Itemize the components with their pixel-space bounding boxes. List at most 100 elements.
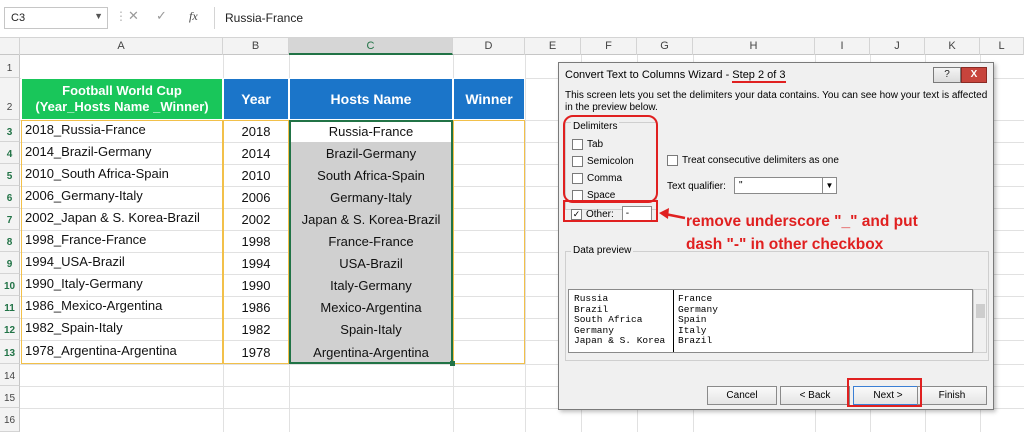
row-header-4[interactable]: 4: [0, 142, 20, 164]
name-box[interactable]: C3 ▼: [4, 7, 108, 29]
cell-c11[interactable]: Mexico-Argentina: [291, 300, 451, 315]
row-header-11[interactable]: 11: [0, 296, 20, 318]
column-header-h[interactable]: H: [693, 38, 815, 55]
column-header-g[interactable]: G: [637, 38, 693, 55]
cell-b3[interactable]: 2018: [225, 124, 287, 139]
cell-c4[interactable]: Brazil-Germany: [291, 146, 451, 161]
preview-column-divider: [673, 290, 674, 352]
column-header-l[interactable]: L: [980, 38, 1024, 55]
cell-b10[interactable]: 1990: [225, 278, 287, 293]
cell-b11[interactable]: 1986: [225, 300, 287, 315]
dialog-step-label: Step 2 of 3: [732, 69, 786, 83]
cell-c6[interactable]: Germany-Italy: [291, 190, 451, 205]
chevron-down-icon[interactable]: ▼: [94, 11, 103, 21]
back-button[interactable]: < Back: [780, 386, 850, 405]
column-header-k[interactable]: K: [925, 38, 980, 55]
row-header-7[interactable]: 7: [0, 208, 20, 230]
cell-c5[interactable]: South Africa-Spain: [291, 168, 451, 183]
annotation-line-1: remove underscore "_" and put: [686, 213, 918, 230]
row-header-12[interactable]: 12: [0, 318, 20, 340]
cancel-button[interactable]: Cancel: [707, 386, 777, 405]
cell-a11[interactable]: 1986_Mexico-Argentina: [25, 298, 220, 313]
row-header-1[interactable]: 1: [0, 55, 20, 78]
divider-grip-icon: ⋮: [115, 9, 127, 23]
cell-b7[interactable]: 2002: [225, 212, 287, 227]
column-header-b[interactable]: B: [223, 38, 289, 55]
row-header-8[interactable]: 8: [0, 230, 20, 252]
row-header-2[interactable]: 2: [0, 78, 20, 120]
row-header-13[interactable]: 13: [0, 340, 20, 364]
formula-input[interactable]: Russia-France: [214, 7, 1020, 29]
cell-b5[interactable]: 2010: [225, 168, 287, 183]
close-icon: X: [970, 69, 978, 80]
cell-b6[interactable]: 2006: [225, 190, 287, 205]
preview-cell: Brazil: [678, 335, 713, 346]
cell-a10[interactable]: 1990_Italy-Germany: [25, 276, 220, 291]
column-header-f[interactable]: F: [581, 38, 637, 55]
preview-column-1: Russia Brazil South Africa Germany Japan…: [574, 293, 674, 347]
data-preview-box[interactable]: Russia Brazil South Africa Germany Japan…: [568, 289, 973, 353]
row-header-15[interactable]: 15: [0, 386, 20, 408]
header-cell-hosts-name[interactable]: Hosts Name: [289, 78, 453, 120]
cell-c8[interactable]: France-France: [291, 234, 451, 249]
header-cell-year[interactable]: Year: [223, 78, 289, 120]
other-highlight: [563, 200, 658, 222]
help-button[interactable]: ?: [933, 67, 961, 83]
column-header-i[interactable]: I: [815, 38, 870, 55]
header-cell-winner[interactable]: Winner: [453, 78, 525, 120]
finish-button[interactable]: Finish: [917, 386, 987, 405]
fill-handle[interactable]: [450, 361, 455, 366]
column-header-d[interactable]: D: [453, 38, 525, 55]
row-header-9[interactable]: 9: [0, 252, 20, 274]
cell-c7[interactable]: Japan & S. Korea-Brazil: [291, 212, 451, 227]
gridline: [525, 55, 526, 432]
cell-a7[interactable]: 2002_Japan & S. Korea-Brazil: [25, 210, 220, 225]
column-d-border: [453, 120, 525, 364]
row-header-10[interactable]: 10: [0, 274, 20, 296]
header-cell-football-world-cup[interactable]: Football World Cup (Year_Hosts Name _Win…: [21, 78, 223, 120]
row-header-3[interactable]: 3: [0, 120, 20, 142]
cell-c3[interactable]: Russia-France: [291, 124, 451, 139]
chevron-down-icon[interactable]: ▼: [822, 178, 836, 193]
column-header-j[interactable]: J: [870, 38, 925, 55]
cell-c12[interactable]: Spain-Italy: [291, 322, 451, 337]
close-button[interactable]: X: [961, 67, 987, 83]
cell-b8[interactable]: 1998: [225, 234, 287, 249]
row-header-6[interactable]: 6: [0, 186, 20, 208]
dialog-description: This screen lets you set the delimiters …: [565, 90, 988, 113]
column-header-a[interactable]: A: [20, 38, 223, 55]
cell-b9[interactable]: 1994: [225, 256, 287, 271]
scrollbar-thumb[interactable]: [976, 304, 985, 318]
cell-b13[interactable]: 1978: [225, 345, 287, 360]
insert-function-icon[interactable]: fx: [189, 9, 198, 24]
cell-a8[interactable]: 1998_France-France: [25, 232, 220, 247]
cell-a12[interactable]: 1982_Spain-Italy: [25, 320, 220, 335]
consecutive-delimiters-checkbox[interactable]: [667, 155, 678, 166]
cell-c9[interactable]: USA-Brazil: [291, 256, 451, 271]
cell-c10[interactable]: Italy-Germany: [291, 278, 451, 293]
text-qualifier-select[interactable]: " ▼: [734, 177, 837, 194]
cell-a4[interactable]: 2014_Brazil-Germany: [25, 144, 220, 159]
column-header-c[interactable]: C: [289, 38, 453, 55]
next-highlight: [847, 378, 922, 407]
enter-check-icon[interactable]: ✓: [156, 8, 167, 24]
row-header-5[interactable]: 5: [0, 164, 20, 186]
cell-a6[interactable]: 2006_Germany-Italy: [25, 188, 220, 203]
cell-a9[interactable]: 1994_USA-Brazil: [25, 254, 220, 269]
cell-a5[interactable]: 2010_South Africa-Spain: [25, 166, 220, 181]
annotation-arrow: [659, 208, 686, 220]
cell-a13[interactable]: 1978_Argentina-Argentina: [25, 343, 220, 358]
select-all-corner[interactable]: [0, 38, 20, 55]
preview-scrollbar[interactable]: [973, 289, 987, 353]
cell-a3[interactable]: 2018_Russia-France: [25, 122, 220, 137]
cancel-icon[interactable]: ✕: [128, 8, 139, 24]
cell-b12[interactable]: 1982: [225, 322, 287, 337]
row-header-16[interactable]: 16: [0, 408, 20, 432]
preview-cell: Spain: [678, 314, 707, 325]
header-line-1: Football World Cup: [62, 83, 182, 98]
column-header-e[interactable]: E: [525, 38, 581, 55]
consecutive-delimiters-option[interactable]: Treat consecutive delimiters as one: [667, 155, 839, 166]
cell-b4[interactable]: 2014: [225, 146, 287, 161]
cell-c13[interactable]: Argentina-Argentina: [291, 345, 451, 360]
row-header-14[interactable]: 14: [0, 364, 20, 386]
